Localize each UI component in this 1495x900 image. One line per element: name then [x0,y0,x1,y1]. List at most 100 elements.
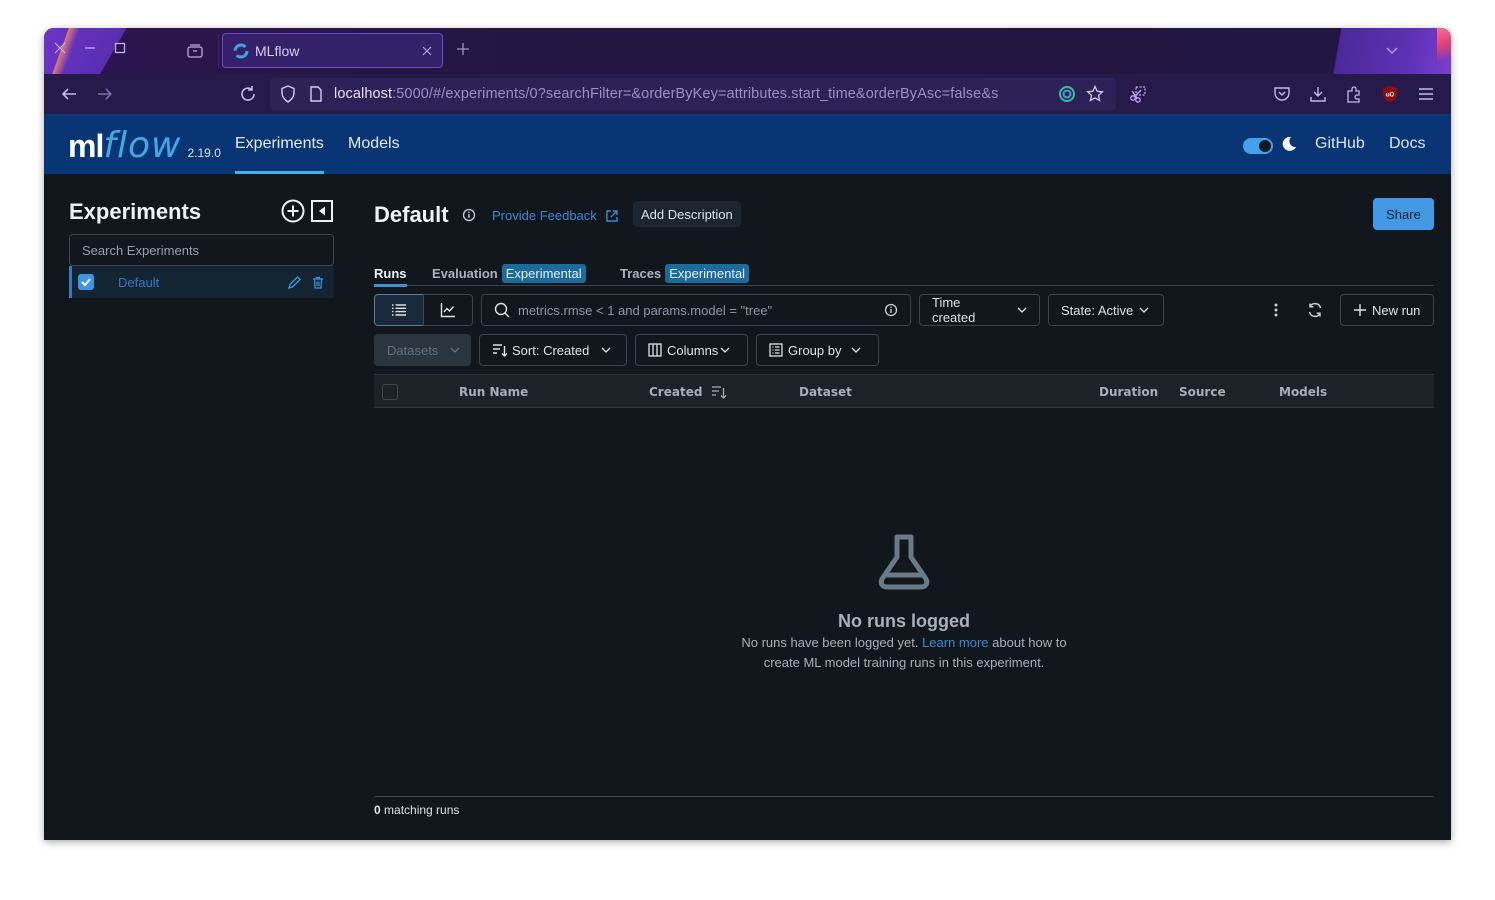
browser-tab[interactable]: MLflow [222,33,443,68]
provide-feedback-link[interactable]: Provide Feedback [492,208,619,223]
time-created-label: Time created [932,295,976,325]
experiment-name[interactable]: Default [118,275,286,290]
pocket-icon[interactable] [1272,84,1292,104]
sort-dropdown[interactable]: Sort: Created [479,334,627,366]
flask-icon [874,533,934,593]
screenshot-tool-icon[interactable] [1128,84,1148,104]
ublock-origin-icon[interactable]: uO [1380,84,1400,104]
extensions-puzzle-icon[interactable] [1344,84,1364,104]
window-close-icon[interactable] [54,42,66,58]
edit-pencil-icon[interactable] [286,274,302,290]
url-bar[interactable]: localhost:5000/#/experiments/0?searchFil… [270,78,1116,110]
logo-flow: flow [103,125,182,166]
tab-list-icon[interactable] [186,42,204,60]
column-header-duration[interactable]: Duration [1099,375,1158,409]
search-experiments-placeholder: Search Experiments [82,242,200,258]
new-run-label: New run [1372,302,1421,318]
collapse-sidebar-icon[interactable] [310,199,334,223]
info-icon[interactable] [462,208,476,222]
column-header-models[interactable]: Models [1279,375,1327,409]
dark-mode-toggle[interactable] [1243,138,1273,154]
titlebar-decoration [1311,28,1451,74]
svg-text:uO: uO [1386,93,1395,99]
table-view-button[interactable] [374,294,424,326]
columns-dropdown[interactable]: Columns [635,334,748,366]
runs-search-input[interactable]: metrics.rmse < 1 and params.model = "tre… [481,294,911,326]
docs-link[interactable]: Docs [1389,114,1425,174]
column-header-dataset[interactable]: Dataset [799,375,852,409]
column-header-run-name[interactable]: Run Name [459,375,528,409]
nav-experiments[interactable]: Experiments [235,114,324,174]
empty-state-description: No runs have been logged yet. Learn more… [734,633,1074,673]
forward-arrow-icon[interactable] [95,84,115,104]
chevron-down-icon [1139,305,1149,315]
url-path: :5000/#/experiments/0?searchFilter=&orde… [392,86,999,102]
group-by-dropdown[interactable]: Group by [756,334,879,366]
back-arrow-icon[interactable] [59,84,79,104]
new-tab-icon[interactable] [456,40,470,60]
tab-traces-label: Traces [620,265,662,281]
add-description-button[interactable]: Add Description [633,201,741,227]
app-menu-hamburger-icon[interactable] [1416,84,1436,104]
column-header-source[interactable]: Source [1179,375,1226,409]
columns-label: Columns [667,342,719,358]
nav-models-label: Models [348,135,400,152]
window-minimize-icon[interactable] [84,42,96,58]
url-host: localhost [334,86,393,102]
tabs-overflow-chevron-icon[interactable] [1385,42,1399,58]
browser-window: MLflow localhost:5000/#/experiments/0?se… [44,28,1451,840]
column-header-created[interactable]: Created [649,375,727,409]
empty-state: No runs logged No runs have been logged … [374,533,1434,673]
chevron-down-icon [851,345,861,355]
sidebar-item-default[interactable]: Default [69,266,334,298]
github-link[interactable]: GitHub [1315,114,1365,174]
create-experiment-plus-circle-icon[interactable] [281,199,305,223]
experimental-badge: Experimental [665,263,750,283]
chevron-down-icon [450,345,460,355]
browser-titlebar: MLflow [44,28,1451,74]
learn-more-link[interactable]: Learn more [922,635,988,650]
select-all-checkbox[interactable] [382,384,398,400]
extension-target-icon[interactable] [1057,84,1077,104]
mlflow-favicon-icon [233,43,249,59]
bookmark-star-icon[interactable] [1085,84,1105,104]
tab-evaluation[interactable]: Evaluation Experimental [432,260,586,286]
tab-traces[interactable]: Traces Experimental [620,260,750,286]
group-by-icon [769,343,783,357]
search-experiments-input[interactable]: Search Experiments [69,234,334,266]
tab-title: MLflow [255,42,300,59]
runs-count-suffix: matching runs [380,803,460,817]
nav-models[interactable]: Models [348,114,400,174]
window-maximize-icon[interactable] [114,42,126,58]
reload-icon[interactable] [238,84,258,104]
tab-runs-label: Runs [374,265,407,281]
chart-view-button[interactable] [423,294,473,326]
divider [218,34,219,68]
tab-runs[interactable]: Runs [374,260,407,287]
search-syntax-info-icon[interactable] [884,303,898,317]
mlflow-logo[interactable]: ml flow 2.19.0 [68,122,221,166]
chevron-down-icon [1017,305,1027,315]
toggle-knob [1259,140,1271,152]
downloads-icon[interactable] [1308,84,1328,104]
tab-close-icon[interactable] [422,43,432,59]
state-filter-dropdown[interactable]: State: Active [1048,294,1164,326]
datasets-dropdown[interactable]: Datasets [374,334,471,366]
refresh-icon[interactable] [1307,302,1323,318]
column-label: Source [1179,385,1226,399]
delete-trash-icon[interactable] [310,274,326,290]
empty-state-title: No runs logged [838,611,970,631]
runs-search-placeholder: metrics.rmse < 1 and params.model = "tre… [518,302,773,318]
new-run-button[interactable]: New run [1340,294,1434,326]
column-label: Run Name [459,385,529,399]
time-created-dropdown[interactable]: Time created [919,294,1040,326]
matching-runs-count: 0 matching runs [374,803,459,817]
shield-icon[interactable] [278,84,298,104]
share-button[interactable]: Share [1373,198,1434,230]
more-options-kebab-icon[interactable] [1268,302,1284,318]
page-info-icon[interactable] [306,84,326,104]
list-icon [392,304,406,316]
sort-icon [493,344,508,357]
experiment-checkbox[interactable] [78,274,94,290]
url-text: localhost:5000/#/experiments/0?searchFil… [334,86,1056,102]
